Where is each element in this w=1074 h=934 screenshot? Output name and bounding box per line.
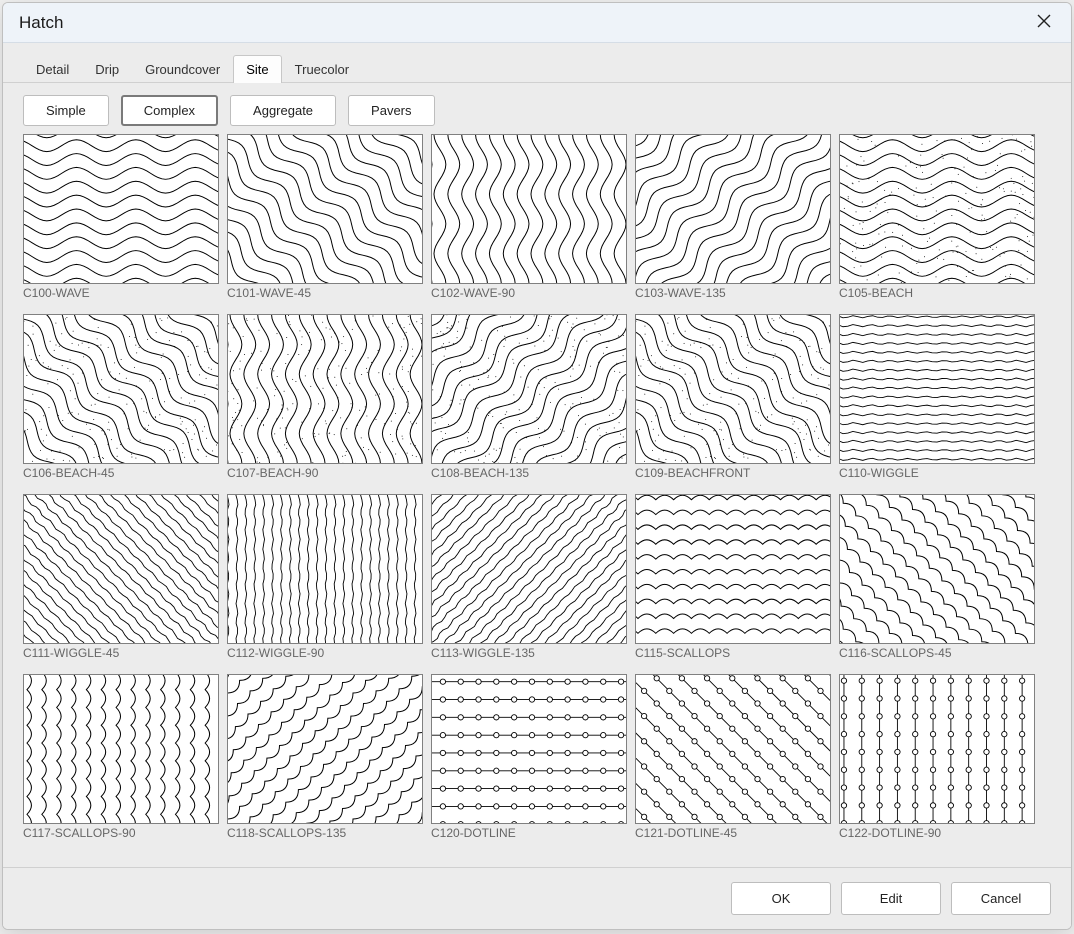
- pattern-label: C112-WIGGLE-90: [227, 646, 423, 660]
- pattern-swatch-c117-scallops-90[interactable]: [23, 674, 219, 824]
- pattern-cell: C100-WAVE: [23, 134, 219, 300]
- pattern-label: C103-WAVE-135: [635, 286, 831, 300]
- pattern-swatch-c113-wiggle-135[interactable]: [431, 494, 627, 644]
- pattern-label: C102-WAVE-90: [431, 286, 627, 300]
- pattern-swatch-c106-beach-45[interactable]: [23, 314, 219, 464]
- pattern-label: C108-BEACH-135: [431, 466, 627, 480]
- pattern-cell: C121-DOTLINE-45: [635, 674, 831, 840]
- pattern-cell: C107-BEACH-90: [227, 314, 423, 480]
- pattern-swatch-c110-wiggle[interactable]: [839, 314, 1035, 464]
- pattern-label: C107-BEACH-90: [227, 466, 423, 480]
- subtab-simple[interactable]: Simple: [23, 95, 109, 126]
- pattern-cell: C103-WAVE-135: [635, 134, 831, 300]
- pattern-cell: C106-BEACH-45: [23, 314, 219, 480]
- pattern-swatch-c122-dotline-90[interactable]: [839, 674, 1035, 824]
- pattern-label: C122-DOTLINE-90: [839, 826, 1035, 840]
- dialog-footer: OK Edit Cancel: [3, 867, 1071, 929]
- pattern-cell: C115-SCALLOPS: [635, 494, 831, 660]
- category-tabs: DetailDripGroundcoverSiteTruecolor: [3, 43, 1071, 83]
- pattern-label: C120-DOTLINE: [431, 826, 627, 840]
- pattern-swatch-c116-scallops-45[interactable]: [839, 494, 1035, 644]
- pattern-label: C105-BEACH: [839, 286, 1035, 300]
- pattern-label: C100-WAVE: [23, 286, 219, 300]
- pattern-swatch-c121-dotline-45[interactable]: [635, 674, 831, 824]
- pattern-grid-scroll[interactable]: C100-WAVE C101-WAVE-45 C102-WAVE-90 C103-WA…: [23, 134, 1061, 867]
- pattern-label: C117-SCALLOPS-90: [23, 826, 219, 840]
- tab-detail[interactable]: Detail: [23, 55, 82, 83]
- titlebar: Hatch: [3, 3, 1071, 43]
- pattern-label: C111-WIGGLE-45: [23, 646, 219, 660]
- hatch-dialog: Hatch DetailDripGroundcoverSiteTruecolor…: [2, 2, 1072, 930]
- pattern-swatch-c100-wave[interactable]: [23, 134, 219, 284]
- pattern-grid: C100-WAVE C101-WAVE-45 C102-WAVE-90 C103-WA…: [23, 134, 1041, 840]
- cancel-button[interactable]: Cancel: [951, 882, 1051, 915]
- pattern-cell: C110-WIGGLE: [839, 314, 1035, 480]
- subtab-aggregate[interactable]: Aggregate: [230, 95, 336, 126]
- pattern-cell: C102-WAVE-90: [431, 134, 627, 300]
- content-area: DetailDripGroundcoverSiteTruecolor Simpl…: [3, 43, 1071, 929]
- ok-button[interactable]: OK: [731, 882, 831, 915]
- pattern-cell: C101-WAVE-45: [227, 134, 423, 300]
- pattern-swatch-c107-beach-90[interactable]: [227, 314, 423, 464]
- pattern-cell: C112-WIGGLE-90: [227, 494, 423, 660]
- subtab-pavers[interactable]: Pavers: [348, 95, 434, 126]
- pattern-label: C101-WAVE-45: [227, 286, 423, 300]
- pattern-swatch-c102-wave-90[interactable]: [431, 134, 627, 284]
- pattern-swatch-c112-wiggle-90[interactable]: [227, 494, 423, 644]
- pattern-swatch-c105-beach[interactable]: [839, 134, 1035, 284]
- tab-drip[interactable]: Drip: [82, 55, 132, 83]
- pattern-swatch-c118-scallops-135[interactable]: [227, 674, 423, 824]
- pattern-label: C115-SCALLOPS: [635, 646, 831, 660]
- pattern-label: C113-WIGGLE-135: [431, 646, 627, 660]
- pattern-label: C121-DOTLINE-45: [635, 826, 831, 840]
- pattern-swatch-c103-wave-135[interactable]: [635, 134, 831, 284]
- close-icon: [1037, 14, 1051, 31]
- pattern-label: C116-SCALLOPS-45: [839, 646, 1035, 660]
- sub-category-buttons: Simple Complex Aggregate Pavers: [3, 83, 1071, 134]
- pattern-swatch-c111-wiggle-45[interactable]: [23, 494, 219, 644]
- pattern-swatch-c115-scallops[interactable]: [635, 494, 831, 644]
- pattern-swatch-c120-dotline[interactable]: [431, 674, 627, 824]
- dialog-title: Hatch: [19, 13, 63, 33]
- subtab-complex[interactable]: Complex: [121, 95, 218, 126]
- tab-truecolor[interactable]: Truecolor: [282, 55, 362, 83]
- pattern-swatch-c109-beachfront[interactable]: [635, 314, 831, 464]
- pattern-cell: C122-DOTLINE-90: [839, 674, 1035, 840]
- pattern-grid-wrap: C100-WAVE C101-WAVE-45 C102-WAVE-90 C103-WA…: [3, 134, 1071, 867]
- pattern-cell: C116-SCALLOPS-45: [839, 494, 1035, 660]
- pattern-cell: C105-BEACH: [839, 134, 1035, 300]
- pattern-cell: C120-DOTLINE: [431, 674, 627, 840]
- tab-site[interactable]: Site: [233, 55, 281, 83]
- pattern-cell: C117-SCALLOPS-90: [23, 674, 219, 840]
- pattern-cell: C109-BEACHFRONT: [635, 314, 831, 480]
- pattern-label: C118-SCALLOPS-135: [227, 826, 423, 840]
- pattern-cell: C108-BEACH-135: [431, 314, 627, 480]
- pattern-label: C110-WIGGLE: [839, 466, 1035, 480]
- edit-button[interactable]: Edit: [841, 882, 941, 915]
- close-button[interactable]: [1027, 6, 1061, 40]
- pattern-cell: C118-SCALLOPS-135: [227, 674, 423, 840]
- pattern-label: C106-BEACH-45: [23, 466, 219, 480]
- pattern-swatch-c108-beach-135[interactable]: [431, 314, 627, 464]
- pattern-cell: C111-WIGGLE-45: [23, 494, 219, 660]
- pattern-cell: C113-WIGGLE-135: [431, 494, 627, 660]
- pattern-swatch-c101-wave-45[interactable]: [227, 134, 423, 284]
- tab-groundcover[interactable]: Groundcover: [132, 55, 233, 83]
- pattern-label: C109-BEACHFRONT: [635, 466, 831, 480]
